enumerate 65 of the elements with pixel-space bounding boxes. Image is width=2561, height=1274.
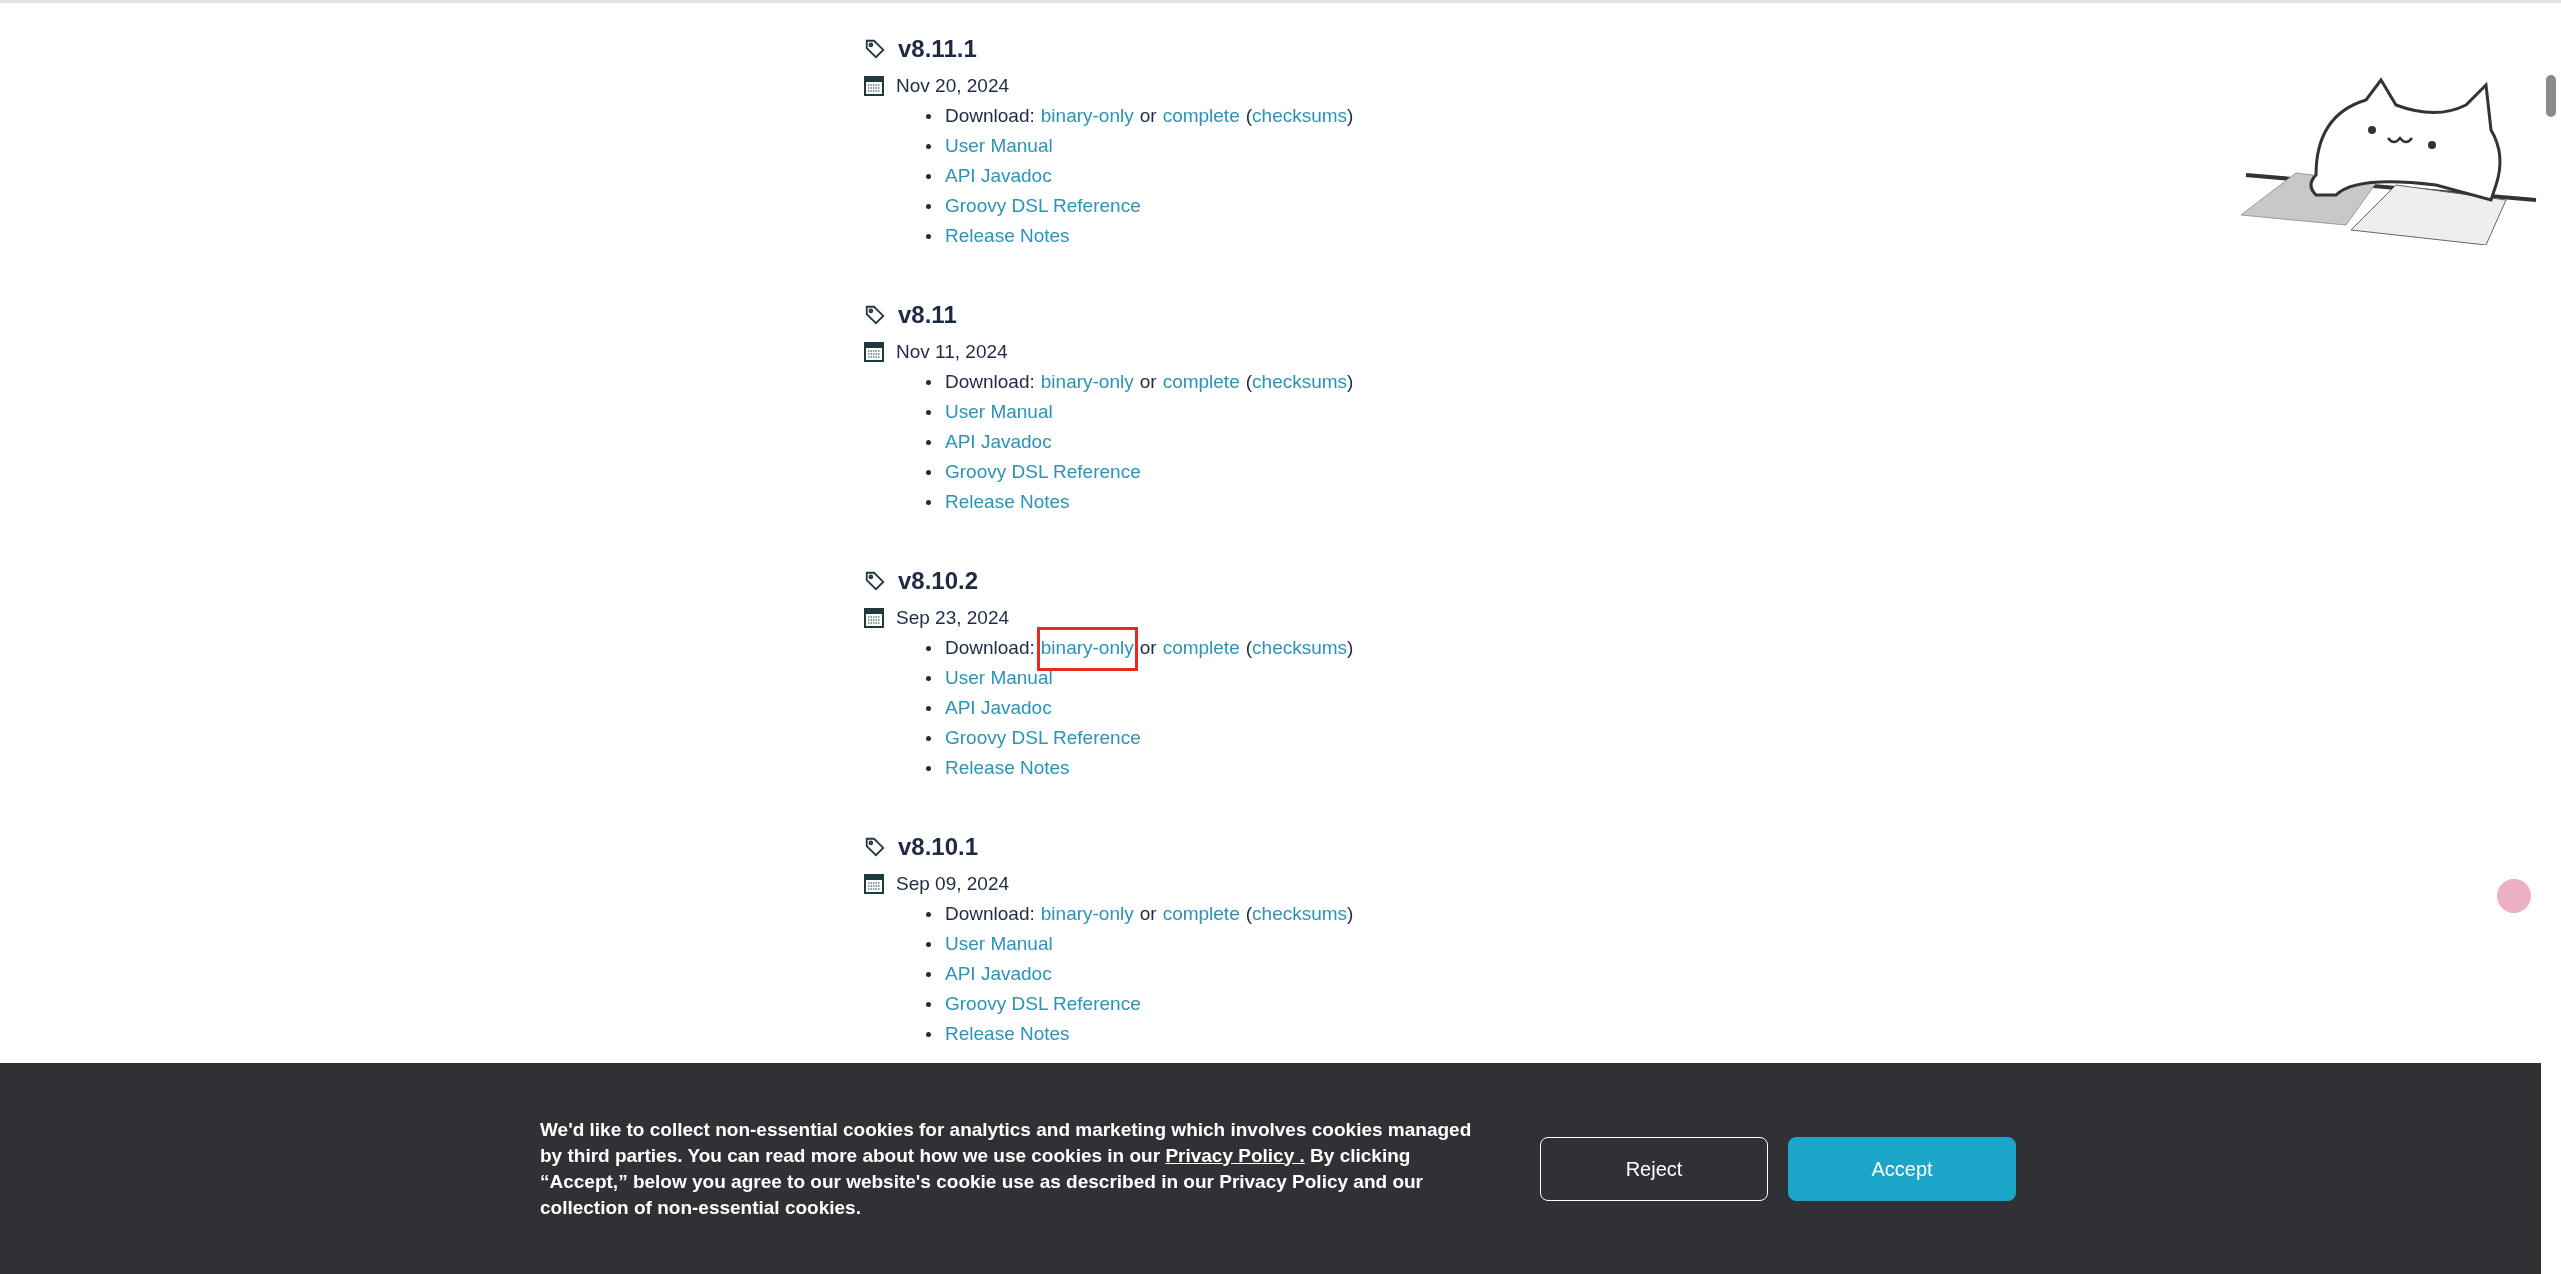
complete-link[interactable]: complete [1162,899,1240,929]
accept-button[interactable]: Accept [1788,1136,2016,1201]
calendar-icon [864,608,884,628]
doc-link[interactable]: Groovy DSL Reference [945,989,1141,1019]
parenthesis: ) [1347,104,1354,128]
binary-only-link[interactable]: binary-only [1040,105,1134,126]
version-heading: v8.10.1 [898,832,979,862]
calendar-icon [864,874,884,894]
release-date: Nov 11, 2024 [896,339,1008,364]
cookie-notice: We'd like to collect non-essential cookies for analytics and marketing which involves cookies managed by third parties. You can read more about how we use cookies in our Privacy Policy . By clicking “Accept,” below you agree to our website's cookie use as described in our Privacy Policy and our collection of non-essential cookies. [540,1117,1473,1220]
calendar-icon [864,342,884,362]
checksums-link[interactable]: checksums [1252,633,1348,663]
parenthesis: ) [1347,902,1354,926]
download-label: Download: [945,104,1035,128]
doc-link[interactable]: Release Notes [945,753,1070,783]
version-heading: v8.11.1 [898,34,977,64]
doc-link[interactable]: User Manual [945,929,1053,959]
tag-icon [864,570,886,592]
doc-link[interactable]: User Manual [945,397,1053,427]
parenthesis: ( [1245,370,1253,394]
checksums-link[interactable]: checksums [1252,367,1348,397]
privacy-policy-link[interactable]: Privacy Policy . [1165,1144,1305,1166]
tag-icon [864,38,886,60]
tag-icon [864,836,886,858]
binary-only-link[interactable]: binary-only [1040,371,1134,392]
binary-only-link[interactable]: binary-only [1040,637,1134,658]
parenthesis: ( [1245,902,1253,926]
complete-link[interactable]: complete [1162,367,1240,397]
or-text: or [1139,902,1157,926]
tag-icon [864,304,886,326]
version-heading: v8.10.2 [898,566,979,596]
release-date: Nov 20, 2024 [896,73,1010,98]
or-text: or [1139,104,1157,128]
doc-link[interactable]: Release Notes [945,1019,1070,1049]
parenthesis: ) [1347,636,1354,660]
checksums-link[interactable]: checksums [1252,101,1348,131]
doc-link[interactable]: User Manual [945,131,1053,161]
release-date: Sep 09, 2024 [896,871,1010,896]
doc-link[interactable]: Release Notes [945,221,1070,251]
doc-link[interactable]: API Javadoc [945,161,1052,191]
complete-link[interactable]: complete [1162,633,1240,663]
doc-link[interactable]: Release Notes [945,487,1070,517]
parenthesis: ( [1245,636,1253,660]
download-label: Download: [945,370,1035,394]
or-text: or [1139,636,1157,660]
doc-link[interactable]: API Javadoc [945,959,1052,989]
complete-link[interactable]: complete [1162,101,1240,131]
doc-link[interactable]: API Javadoc [945,427,1052,457]
binary-only-link[interactable]: binary-only [1040,903,1134,924]
release-date: Sep 23, 2024 [896,605,1010,630]
parenthesis: ( [1245,104,1253,128]
doc-link[interactable]: Groovy DSL Reference [945,723,1141,753]
reject-button[interactable]: Reject [1540,1136,1768,1201]
scrollbar-thumb[interactable] [2546,75,2556,117]
calendar-icon [864,76,884,96]
download-label: Download: [945,902,1035,926]
parenthesis: ) [1347,370,1354,394]
doc-link[interactable]: Groovy DSL Reference [945,457,1141,487]
or-text: or [1139,370,1157,394]
checksums-link[interactable]: checksums [1252,899,1348,929]
version-heading: v8.11 [898,300,957,330]
doc-link[interactable]: API Javadoc [945,693,1052,723]
doc-link[interactable]: Groovy DSL Reference [945,191,1141,221]
doc-link[interactable]: User Manual [945,663,1053,693]
download-label: Download: [945,636,1035,660]
